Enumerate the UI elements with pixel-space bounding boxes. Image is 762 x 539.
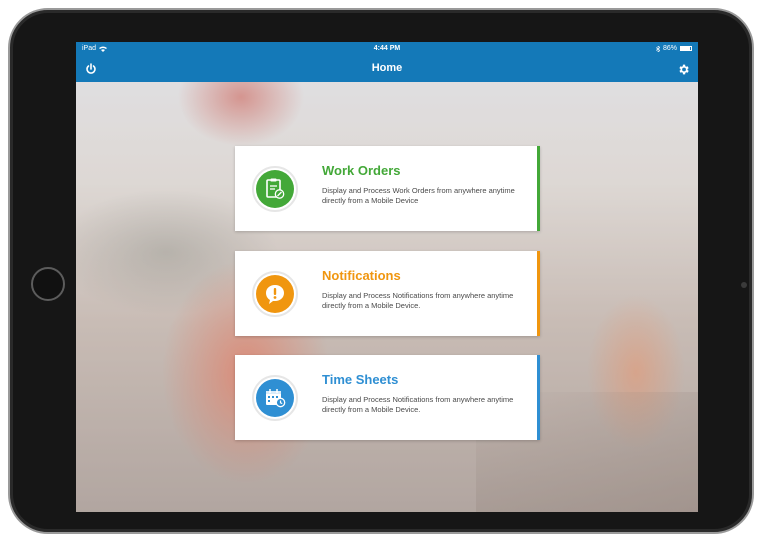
card-title: Time Sheets: [322, 372, 399, 387]
app-screen: iPad 4:44 PM 86% Home Work Orders Displa…: [76, 42, 698, 512]
card-description: Display and Process Work Orders from any…: [322, 186, 515, 205]
status-bar: iPad 4:44 PM 86%: [76, 42, 698, 56]
card-accent: [537, 251, 540, 336]
nav-bar: Home: [76, 56, 698, 82]
card-description: Display and Process Notifications from a…: [322, 291, 514, 310]
calendar-icon: [252, 375, 298, 421]
notifications-card[interactable]: Notifications Display and Process Notifi…: [235, 251, 540, 336]
work-orders-card[interactable]: Work Orders Display and Process Work Ord…: [235, 146, 540, 231]
home-button[interactable]: [31, 267, 65, 301]
time-sheets-card[interactable]: Time Sheets Display and Process Notifica…: [235, 355, 540, 440]
battery-percent: 86%: [662, 45, 677, 52]
battery-icon: [680, 46, 692, 51]
status-time: 4:44 PM: [373, 45, 401, 52]
page-title: Home: [371, 62, 403, 74]
gear-icon[interactable]: [675, 61, 691, 77]
camera: [741, 282, 747, 288]
card-accent: [537, 355, 540, 440]
status-right: 86%: [655, 45, 692, 52]
card-title: Work Orders: [322, 163, 401, 178]
bluetooth-icon: [655, 45, 660, 52]
card-title: Notifications: [322, 268, 401, 283]
card-accent: [537, 146, 540, 231]
card-description: Display and Process Notifications from a…: [322, 395, 514, 414]
clipboard-icon: [252, 166, 298, 212]
alert-bubble-icon: [252, 271, 298, 317]
